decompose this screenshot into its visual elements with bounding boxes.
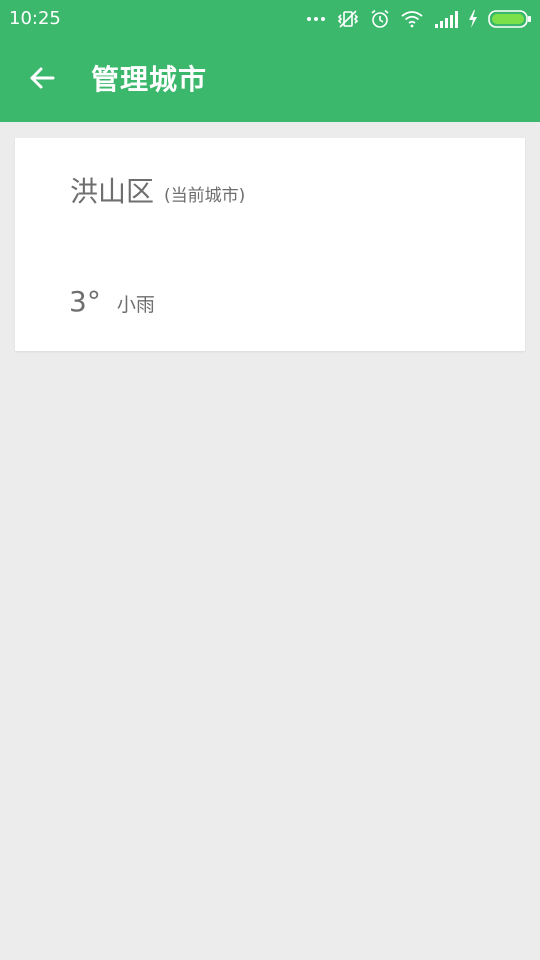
- temperature: 3°: [69, 285, 101, 318]
- back-button[interactable]: [20, 58, 64, 102]
- vibrate-off-icon: [336, 9, 360, 29]
- weather-condition: 小雨: [116, 294, 155, 316]
- alarm-icon: [370, 9, 390, 29]
- status-time: 10:25: [9, 8, 61, 29]
- current-city-tag: (当前城市): [164, 186, 246, 206]
- status-bar: 10:25: [0, 0, 540, 38]
- battery-icon: [488, 10, 532, 28]
- signal-icon: [434, 10, 458, 28]
- page-title: 管理城市: [91, 63, 208, 96]
- weather-row: 3° 小雨: [69, 284, 155, 320]
- city-name: 洪山区: [70, 175, 155, 208]
- charging-icon: [468, 10, 478, 28]
- wifi-icon: [400, 10, 424, 28]
- app-bar: 管理城市: [0, 38, 540, 122]
- more-dots-icon: [306, 16, 326, 22]
- arrow-left-icon: [28, 64, 56, 96]
- status-icons: [306, 8, 532, 30]
- city-row: 洪山区 (当前城市): [70, 174, 245, 210]
- city-card[interactable]: 洪山区 (当前城市) 3° 小雨: [15, 138, 525, 351]
